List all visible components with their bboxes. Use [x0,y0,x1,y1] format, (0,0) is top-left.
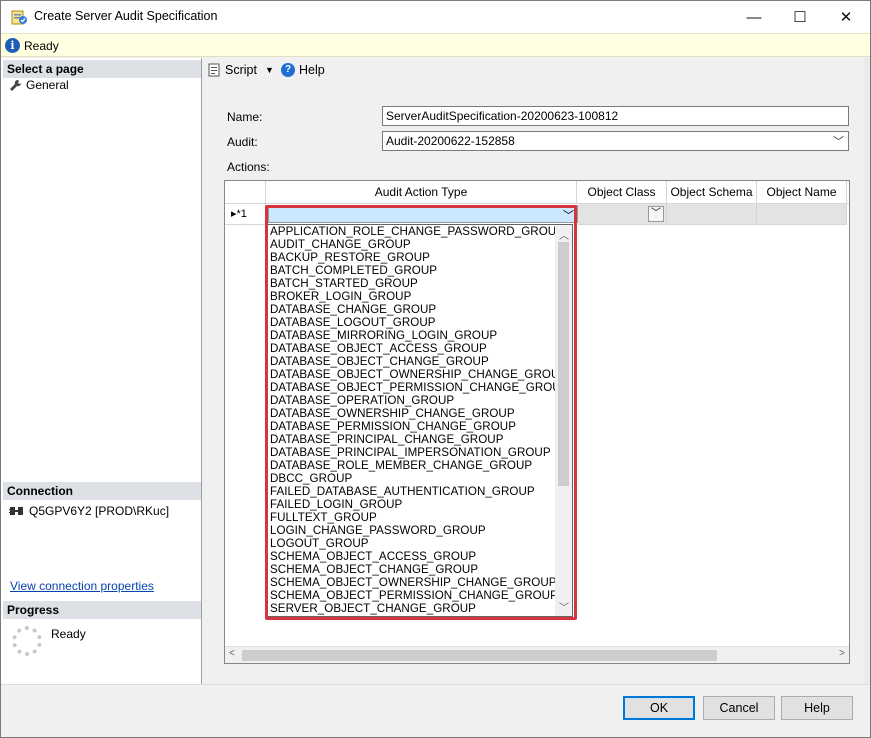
connection-plug-icon [9,507,23,515]
dropdown-item[interactable]: FAILED_DATABASE_AUTHENTICATION_GROUP [270,485,556,498]
page-vertical-scrollbar[interactable] [864,58,870,684]
scroll-left-icon[interactable]: < [229,648,235,659]
dropdown-item[interactable]: LOGOUT_GROUP [270,537,556,550]
dropdown-item[interactable]: APPLICATION_ROLE_CHANGE_PASSWORD_GROUP [270,225,564,238]
audit-select-value: Audit-20200622-152858 [386,134,515,148]
maximize-button[interactable]: ☐ [777,1,823,33]
dropdown-item[interactable]: AUDIT_CHANGE_GROUP [270,238,556,251]
progress-spinner-icon [12,626,42,656]
dropdown-item[interactable]: SCHEMA_OBJECT_PERMISSION_CHANGE_GROUP [270,589,558,602]
dropdown-item[interactable]: DATABASE_CHANGE_GROUP [270,303,556,316]
dropdown-item[interactable]: FAILED_LOGIN_GROUP [270,498,556,511]
audit-label: Audit: [227,135,258,149]
dropdown-item[interactable]: BATCH_COMPLETED_GROUP [270,264,556,277]
help-toolbar-button[interactable]: ? Help [281,63,325,77]
connection-header: Connection [3,482,201,500]
wrench-icon [10,79,22,91]
script-label: Script [225,63,257,77]
page-item-label: General [26,78,69,92]
status-bar: i Ready [1,33,870,57]
chevron-down-icon: ﹀ [563,210,574,222]
connection-value: Q5GPV6Y2 [PROD\RKuc] [29,504,170,518]
column-object-schema[interactable]: Object Schema [667,181,757,204]
chevron-down-icon: ▼ [264,65,274,75]
minimize-button[interactable]: — [731,1,777,33]
dropdown-item[interactable]: BATCH_STARTED_GROUP [270,277,556,290]
ok-button[interactable]: OK [623,696,695,720]
page-item-general[interactable]: General [9,78,69,92]
dropdown-item[interactable]: DATABASE_OBJECT_CHANGE_GROUP [270,355,556,368]
dropdown-item[interactable]: DATABASE_ROLE_MEMBER_CHANGE_GROUP [270,459,556,472]
help-label: Help [299,63,325,77]
dropdown-item[interactable]: SCHEMA_OBJECT_ACCESS_GROUP [270,550,556,563]
dropdown-item[interactable]: DATABASE_OPERATION_GROUP [270,394,556,407]
audit-action-type-dropdown[interactable]: APPLICATION_ROLE_CHANGE_PASSWORD_GROUP AU… [267,224,573,617]
title-bar: Create Server Audit Specification — ☐ ✕ [1,1,870,33]
dropdown-item[interactable]: SERVER_OBJECT_CHANGE_GROUP [270,602,556,615]
dropdown-item[interactable]: DATABASE_PRINCIPAL_IMPERSONATION_GROUP [270,446,556,459]
dropdown-item[interactable]: SCHEMA_OBJECT_CHANGE_GROUP [270,563,556,576]
column-object-class[interactable]: Object Class [577,181,667,204]
scroll-right-icon[interactable]: > [839,648,845,659]
dropdown-list: APPLICATION_ROLE_CHANGE_PASSWORD_GROUP AU… [270,225,568,615]
audit-action-type-cell[interactable]: ﹀ [268,205,578,223]
grid-header: Audit Action Type Object Class Object Sc… [225,181,849,204]
dropdown-item[interactable]: DATABASE_OBJECT_PERMISSION_CHANGE_GROUP [270,381,568,394]
dropdown-item[interactable]: BROKER_LOGIN_GROUP [270,290,556,303]
name-label: Name: [227,110,263,124]
horizontal-scrollbar[interactable]: < > [225,646,849,663]
left-pane: Select a page General Connection Q5GPV6Y… [1,58,202,684]
object-class-cell[interactable]: ﹀ [578,204,667,225]
object-schema-cell[interactable] [667,204,757,225]
audit-select[interactable]: Audit-20200622-152858 ﹀ [382,131,849,151]
view-connection-properties-link[interactable]: View connection properties [10,579,154,593]
help-icon: ? [281,63,295,77]
select-page-header: Select a page [3,60,201,78]
dialog-window: Create Server Audit Specification — ☐ ✕ … [0,0,871,738]
dropdown-vertical-scrollbar[interactable]: ︿ ﹀ [555,225,572,616]
window-title: Create Server Audit Specification [34,9,218,23]
row-header[interactable]: ▸*1 [225,204,266,225]
connection-item: Q5GPV6Y2 [PROD\RKuc] [9,504,169,518]
toolbar: Script ▼ ? Help [203,58,870,84]
progress-value: Ready [51,627,86,641]
dropdown-item[interactable]: DATABASE_OWNERSHIP_CHANGE_GROUP [270,407,556,420]
horizontal-scroll-thumb[interactable] [242,650,717,661]
chevron-down-icon: ﹀ [833,136,844,148]
dropdown-item[interactable]: DATABASE_OBJECT_OWNERSHIP_CHANGE_GROUP [270,368,567,381]
progress-header: Progress [3,601,201,619]
script-button[interactable]: Script ▼ [207,63,274,77]
status-text: Ready [24,39,59,53]
object-name-cell[interactable] [757,204,847,225]
dropdown-item[interactable]: DATABASE_PRINCIPAL_CHANGE_GROUP [270,433,556,446]
audit-spec-icon [11,10,27,25]
dropdown-scroll-thumb[interactable] [558,242,569,486]
dropdown-item[interactable]: LOGIN_CHANGE_PASSWORD_GROUP [270,524,556,537]
dropdown-item[interactable]: DATABASE_LOGOUT_GROUP [270,316,556,329]
name-input[interactable]: ServerAuditSpecification-20200623-100812 [382,106,849,126]
script-icon [208,63,220,77]
cancel-button[interactable]: Cancel [703,696,775,720]
column-object-name[interactable]: Object Name [757,181,847,204]
scroll-down-icon[interactable]: ﹀ [559,599,569,614]
help-button[interactable]: Help [781,696,853,720]
dropdown-item[interactable]: DATABASE_OBJECT_ACCESS_GROUP [270,342,556,355]
actions-label: Actions: [227,160,270,174]
button-bar: OK Cancel Help [1,684,870,737]
dropdown-item[interactable]: DATABASE_PERMISSION_CHANGE_GROUP [270,420,556,433]
close-button[interactable]: ✕ [823,1,869,33]
dropdown-item[interactable]: BACKUP_RESTORE_GROUP [270,251,556,264]
scroll-up-icon[interactable]: ︿ [559,227,569,242]
dropdown-item[interactable]: FULLTEXT_GROUP [270,511,556,524]
dropdown-item[interactable]: SCHEMA_OBJECT_OWNERSHIP_CHANGE_GROUP [270,576,556,589]
info-icon: i [5,38,20,53]
chevron-down-icon[interactable]: ﹀ [648,206,664,222]
grid-corner [225,181,266,204]
dropdown-item[interactable]: DATABASE_MIRRORING_LOGIN_GROUP [270,329,556,342]
dropdown-item[interactable]: DBCC_GROUP [270,472,556,485]
column-audit-action-type[interactable]: Audit Action Type [266,181,577,204]
